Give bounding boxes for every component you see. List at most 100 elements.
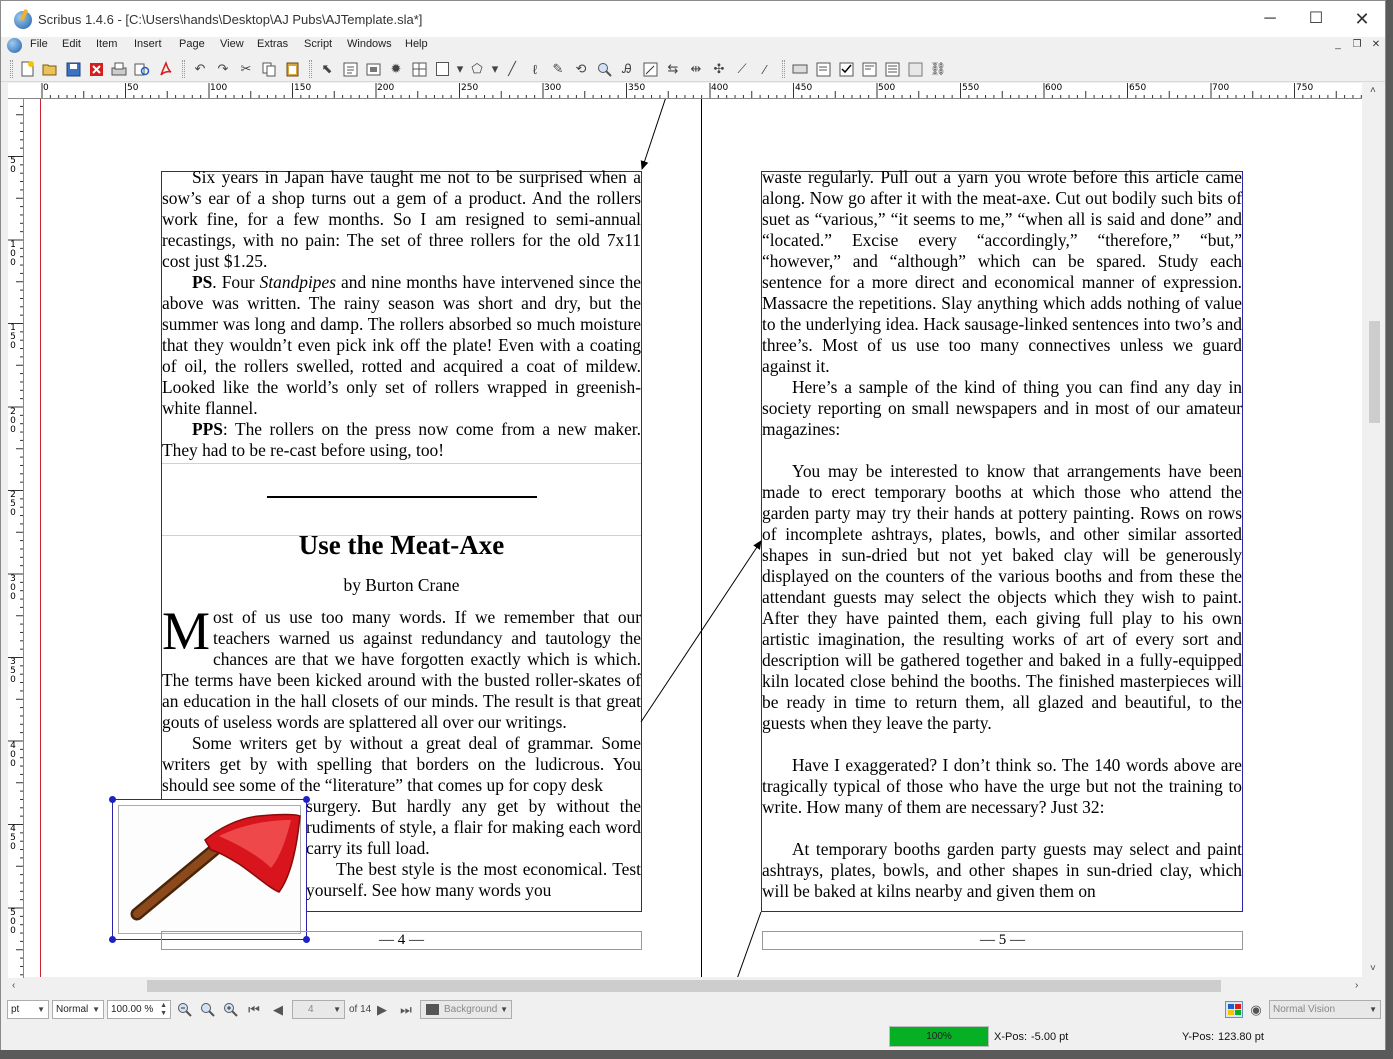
render-frame-icon[interactable]: ✹ bbox=[387, 60, 405, 78]
link-text-frames-icon[interactable]: ⇆ bbox=[664, 60, 682, 78]
toolbar-grip[interactable] bbox=[10, 60, 13, 78]
document-system-menu-icon[interactable] bbox=[7, 38, 22, 53]
last-page-icon[interactable]: ⏭ bbox=[397, 1001, 415, 1018]
paste-icon[interactable] bbox=[283, 60, 301, 78]
preview-eye-icon[interactable]: ◉ bbox=[1247, 1001, 1265, 1018]
preview-mode-selector[interactable]: Normal ▼ bbox=[52, 1000, 104, 1019]
eye-dropper-icon[interactable]: ⁄ bbox=[756, 60, 774, 78]
shape-icon[interactable] bbox=[433, 60, 451, 78]
title-bar: Scribus 1.4.6 - [C:\Users\hands\Desktop\… bbox=[1, 1, 1385, 37]
dropdown-arrow-icon: ▼ bbox=[333, 1005, 341, 1014]
edit-text-story-icon[interactable] bbox=[641, 60, 659, 78]
zoom-100-icon[interactable] bbox=[198, 1001, 216, 1018]
mdi-restore-button[interactable]: ❐ bbox=[1349, 38, 1365, 53]
first-page-icon[interactable]: ⏮ bbox=[245, 1001, 263, 1018]
text-chain-arrows bbox=[640, 99, 762, 977]
text-annotation-icon[interactable] bbox=[906, 60, 924, 78]
hruler-label: 600 bbox=[1045, 83, 1063, 93]
menu-page[interactable]: Page bbox=[179, 38, 205, 50]
polygon-dropdown-icon[interactable]: ▾ bbox=[486, 60, 504, 78]
preflight-verifier-icon[interactable] bbox=[133, 60, 151, 78]
next-page-icon[interactable]: ▶ bbox=[373, 1001, 391, 1018]
vision-mode-selector[interactable]: Normal Vision ▼ bbox=[1269, 1000, 1381, 1019]
mdi-close-button[interactable]: ✕ bbox=[1368, 38, 1384, 53]
text-frame-icon[interactable] bbox=[341, 60, 359, 78]
scroll-left-icon[interactable]: ‹ bbox=[12, 980, 15, 991]
page-selector[interactable]: 4 ▼ bbox=[292, 1000, 345, 1019]
horizontal-ruler[interactable]: 0 50 100 150 200 250 300 350 400 450 500… bbox=[31, 83, 1362, 99]
color-management-icon[interactable] bbox=[1225, 1001, 1243, 1018]
menu-file[interactable]: File bbox=[30, 38, 48, 50]
pdf-combo-box-icon[interactable] bbox=[860, 60, 878, 78]
previous-page-icon[interactable]: ◀ bbox=[269, 1001, 287, 1018]
zoom-stepper-icon[interactable]: ▲ ▼ bbox=[160, 1002, 167, 1018]
copy-item-properties-icon[interactable]: ⟋ bbox=[733, 60, 751, 78]
layer-selector[interactable]: Background ▼ bbox=[420, 1000, 512, 1019]
cut-icon[interactable]: ✂ bbox=[237, 60, 255, 78]
hruler-label: 50 bbox=[127, 83, 139, 93]
shape-dropdown-icon[interactable]: ▾ bbox=[451, 60, 469, 78]
vertical-ruler[interactable]: 50 100 150 200 250 300 350 400 450 500 bbox=[8, 99, 24, 979]
horizontal-scroll-thumb[interactable] bbox=[147, 980, 1221, 992]
close-button[interactable]: ✕ bbox=[1339, 5, 1385, 33]
pdf-checkbox-icon[interactable] bbox=[837, 60, 855, 78]
scroll-up-icon[interactable]: ˄ bbox=[1370, 85, 1376, 96]
select-item-icon[interactable]: ⬉ bbox=[318, 60, 336, 78]
main-toolbar: ↶ ↷ ✂ ⬉ ✹ ▾ ⬠ ▾ ╱ ℓ ✎ ⟲ Ꭿ ⇆ ⇹ ✣ ⟋ ⁄ ⛓ bbox=[1, 56, 1385, 82]
scroll-down-icon[interactable]: ˅ bbox=[1370, 963, 1376, 974]
ypos-label: Y-Pos: bbox=[1182, 1031, 1215, 1043]
vertical-scroll-thumb[interactable] bbox=[1369, 321, 1380, 423]
mdi-minimize-button[interactable]: _ bbox=[1330, 38, 1346, 53]
pdf-push-button-icon[interactable] bbox=[791, 60, 809, 78]
zoom-input[interactable]: 100.00 % ▲ ▼ bbox=[107, 1000, 171, 1019]
measurements-icon[interactable]: ✣ bbox=[710, 60, 728, 78]
unit-value: pt bbox=[11, 1004, 20, 1015]
export-pdf-icon[interactable] bbox=[156, 60, 174, 78]
menu-view[interactable]: View bbox=[220, 38, 244, 50]
table-icon[interactable] bbox=[410, 60, 428, 78]
open-document-icon[interactable] bbox=[41, 60, 59, 78]
rotate-item-icon[interactable]: ⟲ bbox=[572, 60, 590, 78]
menu-windows[interactable]: Windows bbox=[347, 38, 392, 50]
zoom-icon[interactable] bbox=[595, 60, 613, 78]
unit-selector[interactable]: pt ▼ bbox=[7, 1000, 49, 1019]
copy-icon[interactable] bbox=[260, 60, 278, 78]
pdf-list-box-icon[interactable] bbox=[883, 60, 901, 78]
zoom-value: 100.00 % bbox=[111, 1004, 154, 1015]
polygon-icon[interactable]: ⬠ bbox=[468, 60, 486, 78]
bezier-curve-icon[interactable]: ℓ bbox=[526, 60, 544, 78]
hruler-label: 550 bbox=[962, 83, 980, 93]
menu-item[interactable]: Item bbox=[96, 38, 117, 50]
image-frame-icon[interactable] bbox=[364, 60, 382, 78]
zoom-out-icon[interactable] bbox=[175, 1001, 193, 1018]
menu-help[interactable]: Help bbox=[405, 38, 428, 50]
edit-contents-icon[interactable]: Ꭿ bbox=[618, 60, 636, 78]
close-document-icon[interactable] bbox=[87, 60, 105, 78]
scroll-right-icon[interactable]: › bbox=[1355, 980, 1358, 991]
pdf-text-field-icon[interactable] bbox=[814, 60, 832, 78]
menu-edit[interactable]: Edit bbox=[62, 38, 81, 50]
menu-script[interactable]: Script bbox=[304, 38, 332, 50]
dropdown-arrow-icon: ▼ bbox=[500, 1005, 508, 1014]
unlink-text-frames-icon[interactable]: ⇹ bbox=[687, 60, 705, 78]
redo-icon[interactable]: ↷ bbox=[214, 60, 232, 78]
print-icon[interactable] bbox=[110, 60, 128, 78]
save-document-icon[interactable] bbox=[64, 60, 82, 78]
menu-extras[interactable]: Extras bbox=[257, 38, 288, 50]
menu-insert[interactable]: Insert bbox=[134, 38, 162, 50]
hruler-label: 750 bbox=[1296, 83, 1314, 93]
minimize-button[interactable]: ─ bbox=[1247, 5, 1293, 33]
scribus-window: Scribus 1.4.6 - [C:\Users\hands\Desktop\… bbox=[0, 0, 1386, 1050]
horizontal-scrollbar[interactable]: ‹ › bbox=[8, 978, 1368, 994]
zoom-in-icon[interactable] bbox=[221, 1001, 239, 1018]
vruler-label: 500 bbox=[10, 908, 16, 936]
maximize-button[interactable]: ☐ bbox=[1293, 5, 1339, 33]
freehand-line-icon[interactable]: ✎ bbox=[549, 60, 567, 78]
new-document-icon[interactable] bbox=[18, 60, 36, 78]
document-canvas[interactable]: Six years in Japan have taught me not to… bbox=[24, 99, 1362, 977]
line-icon[interactable]: ╱ bbox=[503, 60, 521, 78]
undo-icon[interactable]: ↶ bbox=[191, 60, 209, 78]
link-annotation-icon[interactable]: ⛓ bbox=[929, 60, 947, 78]
vertical-scrollbar[interactable]: ˄ ˅ bbox=[1366, 83, 1383, 978]
hruler-label: 450 bbox=[795, 83, 813, 93]
